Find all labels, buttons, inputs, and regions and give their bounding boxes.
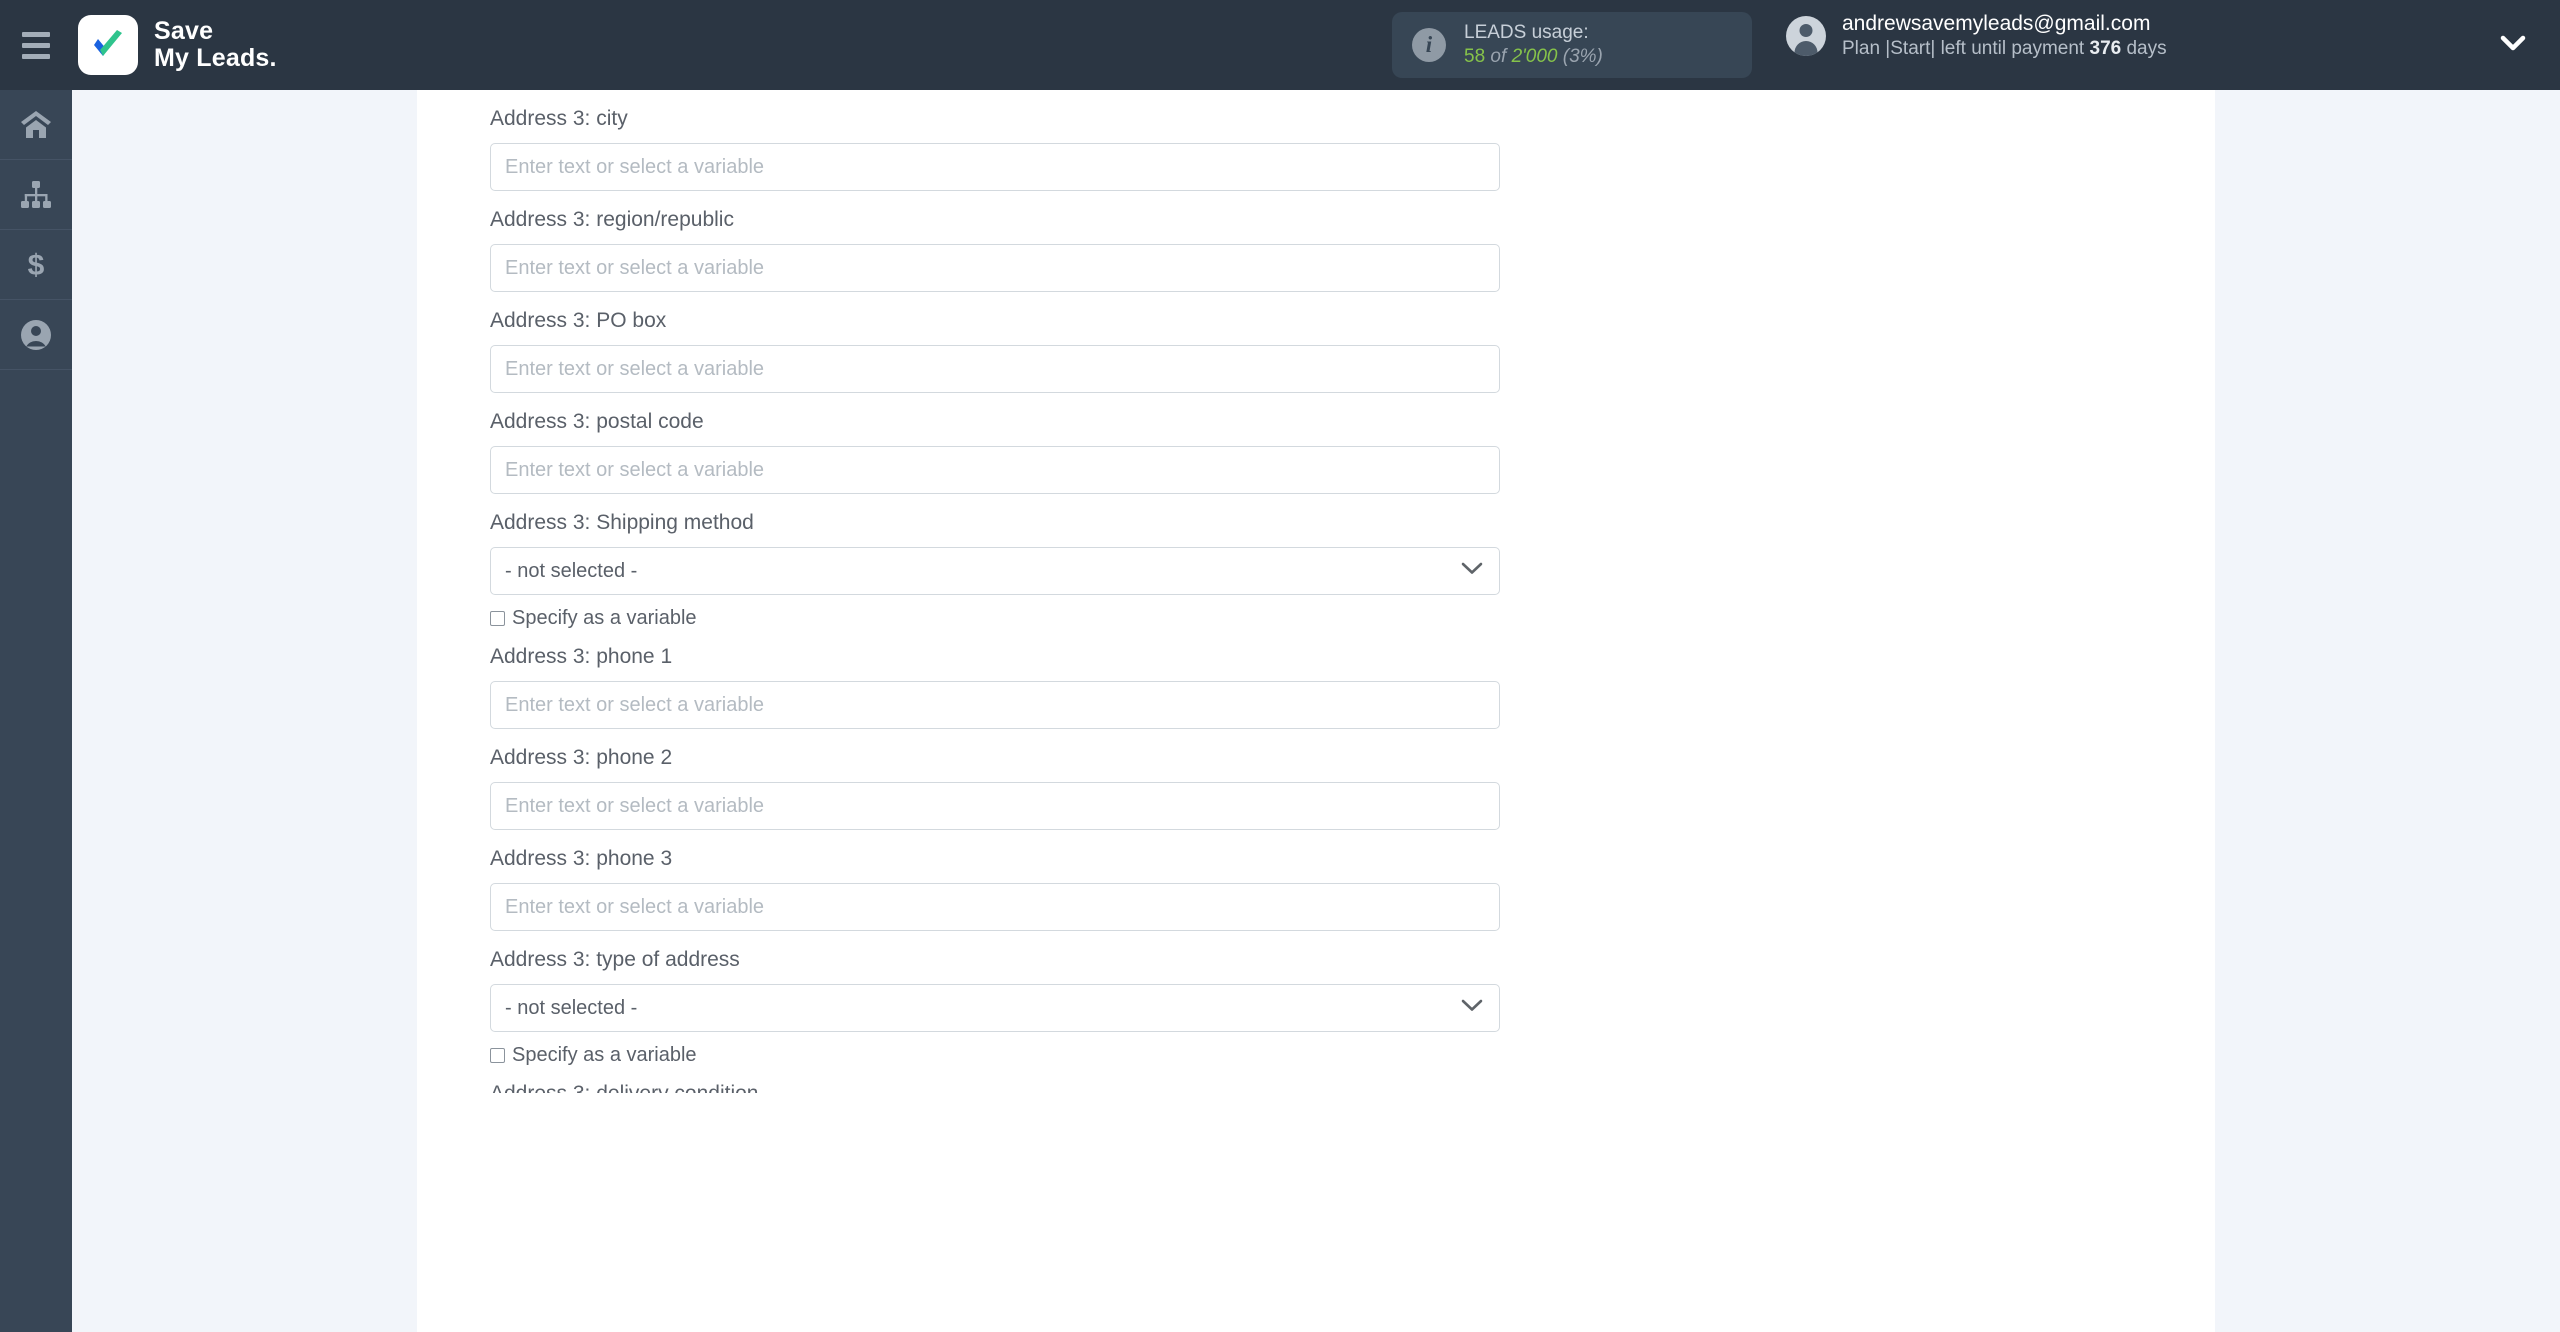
field-label: Address 3: phone 3 <box>490 847 673 870</box>
plan-prefix: Plan |Start| left until payment <box>1842 38 2085 60</box>
plan-suffix: days <box>2126 38 2167 60</box>
field-label: Address 3: phone 2 <box>490 746 673 769</box>
sidebar-item-home[interactable] <box>0 90 72 160</box>
sidebar-item-account[interactable] <box>0 300 72 370</box>
hamburger-icon[interactable] <box>0 0 72 90</box>
account-email: andrewsavemyleads@gmail.com <box>1842 12 2151 35</box>
field-text-input[interactable] <box>490 782 1500 830</box>
next-field-label-partial: Address 3: delivery condition <box>490 1083 1500 1093</box>
field-label: Address 3: Shipping method <box>490 511 754 534</box>
specify-as-variable-label: Specify as a variable <box>512 607 697 629</box>
specify-as-variable-row[interactable]: Specify as a variable <box>490 608 1500 628</box>
usage-values: 58 of 2'000 (3%) <box>1464 45 1603 69</box>
leads-usage-badge[interactable]: i LEADS usage: 58 of 2'000 (3%) <box>1392 12 1752 78</box>
form-field: Address 3: Shipping method - not selected… <box>490 494 1500 628</box>
form-field: Address 3: region/republic <box>490 191 1500 292</box>
field-text-input[interactable] <box>490 883 1500 931</box>
checkmark-logo-icon <box>78 15 138 75</box>
form-card: Address 3: city Address 3: region/republi… <box>417 90 2215 1332</box>
user-circle-icon <box>19 318 53 352</box>
field-text-input[interactable] <box>490 446 1500 494</box>
account-menu[interactable]: andrewsavemyleads@gmail.com Plan |Start|… <box>1786 10 2167 62</box>
account-plan: Plan |Start| left until payment 376 days <box>1842 37 2167 62</box>
sidebar-item-billing[interactable]: $ <box>0 230 72 300</box>
field-label: Address 3: phone 1 <box>490 645 673 668</box>
field-select[interactable]: - not selected - <box>490 547 1500 595</box>
svg-text:$: $ <box>28 249 45 282</box>
form-field: Address 3: postal code <box>490 393 1500 494</box>
field-text-input[interactable] <box>490 143 1500 191</box>
left-sidebar: $ <box>0 90 72 1332</box>
field-label: Address 3: PO box <box>490 309 667 332</box>
app-header: Save My Leads. i LEADS usage: 58 of 2'00… <box>0 0 2560 90</box>
usage-used: 58 <box>1464 46 1486 67</box>
specify-as-variable-row[interactable]: Specify as a variable <box>490 1045 1500 1065</box>
chevron-down-icon <box>1461 562 1483 581</box>
brand-text: Save My Leads. <box>154 18 277 72</box>
form-field: Address 3: type of address - not selected… <box>490 931 1500 1065</box>
hamburger-bar <box>22 53 50 59</box>
chevron-down-icon[interactable] <box>2500 34 2526 57</box>
sitemap-icon <box>19 180 53 210</box>
field-label: Address 3: region/republic <box>490 208 734 231</box>
field-label: Address 3: city <box>490 107 628 130</box>
info-icon: i <box>1412 28 1446 62</box>
select-value: - not selected - <box>505 996 638 1019</box>
specify-as-variable-checkbox[interactable] <box>490 1047 505 1063</box>
field-select[interactable]: - not selected - <box>490 984 1500 1032</box>
brand-line-2: My Leads. <box>154 44 277 72</box>
usage-title: LEADS usage: <box>1464 21 1589 43</box>
sidebar-item-connections[interactable] <box>0 160 72 230</box>
plan-days: 376 <box>2089 38 2122 60</box>
usage-percent: (3%) <box>1562 46 1603 67</box>
brand-logo[interactable]: Save My Leads. <box>78 15 277 75</box>
hamburger-bar <box>22 42 50 48</box>
mapping-form: Address 3: city Address 3: region/republi… <box>490 90 1500 1093</box>
chevron-down-icon <box>1461 999 1483 1018</box>
field-label: Address 3: postal code <box>490 410 704 433</box>
home-icon <box>19 109 53 141</box>
form-field: Address 3: phone 2 <box>490 729 1500 830</box>
form-field: Address 3: phone 1 <box>490 628 1500 729</box>
select-value: - not selected - <box>505 559 638 582</box>
usage-of: of <box>1490 46 1507 67</box>
page-body: Address 3: city Address 3: region/republi… <box>72 90 2560 1332</box>
specify-as-variable-checkbox[interactable] <box>490 610 505 626</box>
field-text-input[interactable] <box>490 244 1500 292</box>
field-text-input[interactable] <box>490 681 1500 729</box>
form-field: Address 3: phone 3 <box>490 830 1500 931</box>
hamburger-bar <box>22 31 50 37</box>
brand-line-1: Save <box>154 17 214 45</box>
form-field: Address 3: city <box>490 90 1500 191</box>
form-field: Address 3: PO box <box>490 292 1500 393</box>
avatar-icon <box>1786 15 1826 56</box>
field-text-input[interactable] <box>490 345 1500 393</box>
field-label: Address 3: type of address <box>490 948 740 971</box>
usage-limit: 2'000 <box>1511 46 1558 67</box>
specify-as-variable-label: Specify as a variable <box>512 1044 697 1066</box>
dollar-icon: $ <box>23 248 49 282</box>
